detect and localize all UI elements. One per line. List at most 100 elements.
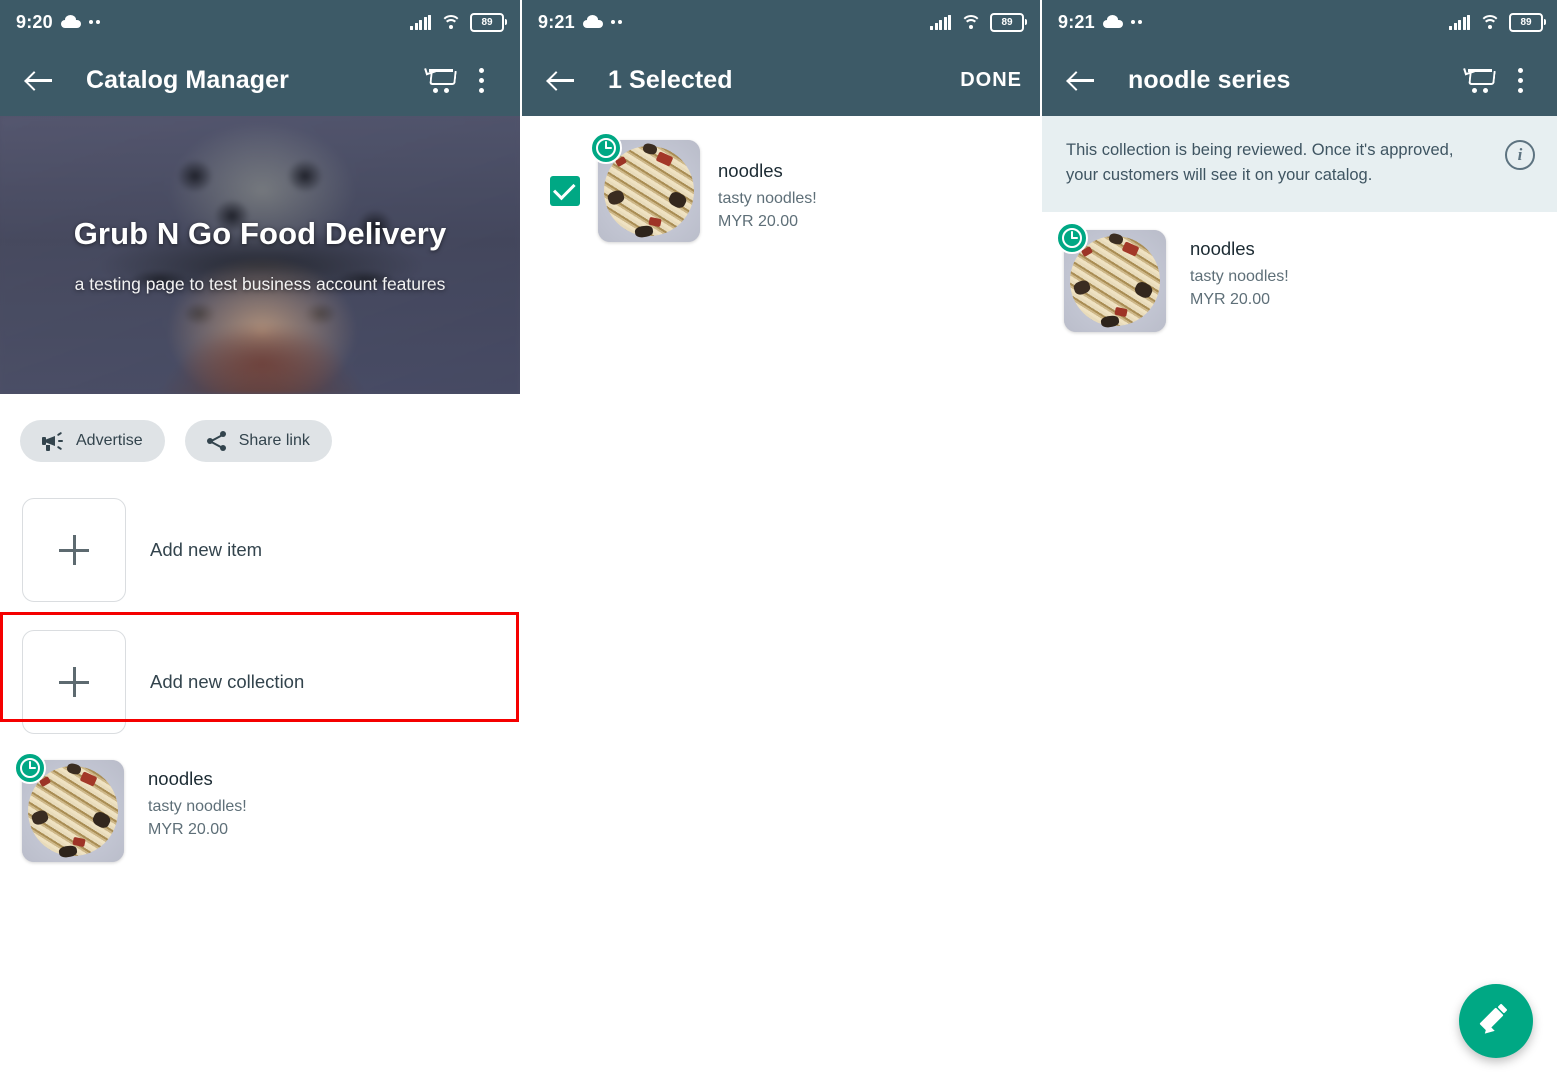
back-button[interactable] bbox=[1060, 59, 1102, 101]
panel-select-items: 9:21 89 1 Selected DONE noodles tasty no… bbox=[520, 0, 1040, 1080]
add-new-item-label: Add new item bbox=[150, 539, 263, 560]
add-new-item-box[interactable] bbox=[22, 498, 126, 602]
more-dots-icon bbox=[610, 20, 622, 24]
overflow-menu-icon bbox=[478, 67, 484, 93]
cart-button[interactable] bbox=[418, 59, 460, 101]
pending-clock-icon bbox=[14, 752, 46, 784]
status-time: 9:21 bbox=[538, 11, 575, 32]
page-title: Catalog Manager bbox=[86, 65, 289, 94]
screenshot-triptych: 9:20 89 Catalog Manager Grub N Go Food D… bbox=[0, 0, 1557, 1080]
back-button[interactable] bbox=[540, 59, 582, 101]
product-thumbnail-wrap bbox=[590, 132, 700, 242]
wifi-icon bbox=[1479, 15, 1500, 29]
product-thumbnail-wrap bbox=[1056, 222, 1166, 332]
product-price: MYR 20.00 bbox=[148, 821, 229, 838]
product-name: noodles bbox=[148, 768, 213, 789]
cloud-icon bbox=[60, 15, 81, 28]
advertise-label: Advertise bbox=[76, 432, 143, 449]
product-description: tasty noodles! bbox=[718, 189, 817, 207]
status-bar-right: 89 bbox=[1449, 12, 1546, 32]
product-list-item[interactable]: noodles tasty noodles! MYR 20.00 bbox=[1042, 212, 1557, 340]
info-icon[interactable]: i bbox=[1505, 140, 1535, 170]
overflow-menu-button[interactable] bbox=[1499, 59, 1541, 101]
megaphone-icon bbox=[42, 431, 64, 451]
done-button[interactable]: DONE bbox=[960, 69, 1022, 92]
product-description: tasty noodles! bbox=[148, 798, 247, 815]
business-description: a testing page to test business account … bbox=[74, 273, 446, 294]
advertise-button[interactable]: Advertise bbox=[20, 420, 165, 462]
hero-text-block: Grub N Go Food Delivery a testing page t… bbox=[0, 116, 520, 394]
product-price: MYR 20.00 bbox=[718, 212, 799, 230]
cloud-icon bbox=[582, 15, 603, 28]
product-thumbnail-wrap bbox=[14, 752, 124, 862]
add-new-item-row[interactable]: Add new item bbox=[0, 488, 520, 612]
selectable-product-row[interactable]: noodles tasty noodles! MYR 20.00 bbox=[522, 116, 1040, 250]
product-info: noodles tasty noodles! MYR 20.00 bbox=[148, 760, 247, 839]
selection-count-title: 1 Selected bbox=[608, 65, 733, 94]
edit-pencil-icon bbox=[1479, 1003, 1512, 1038]
shopping-cart-icon bbox=[1463, 65, 1496, 93]
add-new-collection-box[interactable] bbox=[22, 630, 126, 734]
product-checkbox[interactable] bbox=[550, 176, 580, 206]
status-bar: 9:20 89 bbox=[0, 0, 520, 44]
add-new-collection-wrap: Add new collection bbox=[0, 612, 520, 752]
status-bar: 9:21 89 bbox=[1042, 0, 1557, 44]
status-bar: 9:21 89 bbox=[522, 0, 1040, 44]
share-link-button[interactable]: Share link bbox=[184, 420, 332, 462]
panel-catalog-manager: 9:20 89 Catalog Manager Grub N Go Food D… bbox=[0, 0, 520, 1080]
overflow-menu-button[interactable] bbox=[460, 59, 502, 101]
wifi-icon bbox=[960, 15, 981, 29]
review-status-text: This collection is being reviewed. Once … bbox=[1066, 141, 1454, 184]
signal-bars-icon bbox=[410, 14, 431, 30]
battery-icon: 89 bbox=[470, 12, 507, 32]
pending-clock-icon bbox=[1056, 222, 1088, 254]
signal-bars-icon bbox=[1449, 14, 1470, 30]
add-new-collection-label: Add new collection bbox=[150, 671, 305, 692]
status-time: 9:20 bbox=[16, 11, 53, 32]
more-dots-icon bbox=[1130, 20, 1142, 24]
product-name: noodles bbox=[1190, 238, 1255, 259]
share-link-label: Share link bbox=[238, 432, 310, 449]
panel-collection-detail: 9:21 89 noodle series This collection is… bbox=[1040, 0, 1557, 1080]
product-list-item[interactable]: noodles tasty noodles! MYR 20.00 bbox=[0, 752, 520, 870]
status-bar-left: 9:21 bbox=[1058, 12, 1142, 33]
product-description: tasty noodles! bbox=[1190, 268, 1289, 285]
shopping-cart-icon bbox=[424, 65, 457, 93]
check-icon bbox=[552, 177, 576, 201]
cart-button[interactable] bbox=[1457, 59, 1499, 101]
cloud-icon bbox=[1102, 15, 1123, 28]
back-arrow-icon bbox=[26, 69, 52, 91]
status-time: 9:21 bbox=[1058, 11, 1095, 32]
share-icon bbox=[206, 431, 227, 451]
signal-bars-icon bbox=[930, 14, 951, 30]
product-info: noodles tasty noodles! MYR 20.00 bbox=[718, 152, 817, 231]
status-bar-left: 9:20 bbox=[16, 12, 100, 33]
status-bar-left: 9:21 bbox=[538, 12, 622, 33]
plus-icon bbox=[59, 535, 89, 565]
collection-title: noodle series bbox=[1128, 65, 1291, 94]
wifi-icon bbox=[440, 15, 461, 29]
business-hero-banner: Grub N Go Food Delivery a testing page t… bbox=[0, 116, 520, 394]
status-bar-right: 89 bbox=[930, 12, 1027, 32]
back-button[interactable] bbox=[18, 59, 60, 101]
add-new-collection-row[interactable]: Add new collection bbox=[0, 612, 520, 752]
back-arrow-icon bbox=[1068, 69, 1094, 91]
overflow-menu-icon bbox=[1517, 67, 1523, 93]
product-info: noodles tasty noodles! MYR 20.00 bbox=[1190, 230, 1289, 309]
app-bar: 1 Selected DONE bbox=[522, 44, 1040, 116]
product-price: MYR 20.00 bbox=[1190, 291, 1271, 308]
edit-collection-fab[interactable] bbox=[1459, 984, 1533, 1058]
action-pill-row: Advertise Share link bbox=[0, 394, 520, 462]
app-bar: Catalog Manager bbox=[0, 44, 520, 116]
more-dots-icon bbox=[88, 20, 100, 24]
plus-icon bbox=[59, 667, 89, 697]
battery-icon: 89 bbox=[990, 12, 1027, 32]
status-bar-right: 89 bbox=[410, 12, 507, 32]
pending-clock-icon bbox=[590, 132, 622, 164]
review-status-banner: This collection is being reviewed. Once … bbox=[1042, 116, 1557, 212]
product-name: noodles bbox=[718, 159, 783, 181]
back-arrow-icon bbox=[548, 69, 574, 91]
business-name: Grub N Go Food Delivery bbox=[73, 215, 447, 251]
app-bar: noodle series bbox=[1042, 44, 1557, 116]
battery-icon: 89 bbox=[1509, 12, 1546, 32]
